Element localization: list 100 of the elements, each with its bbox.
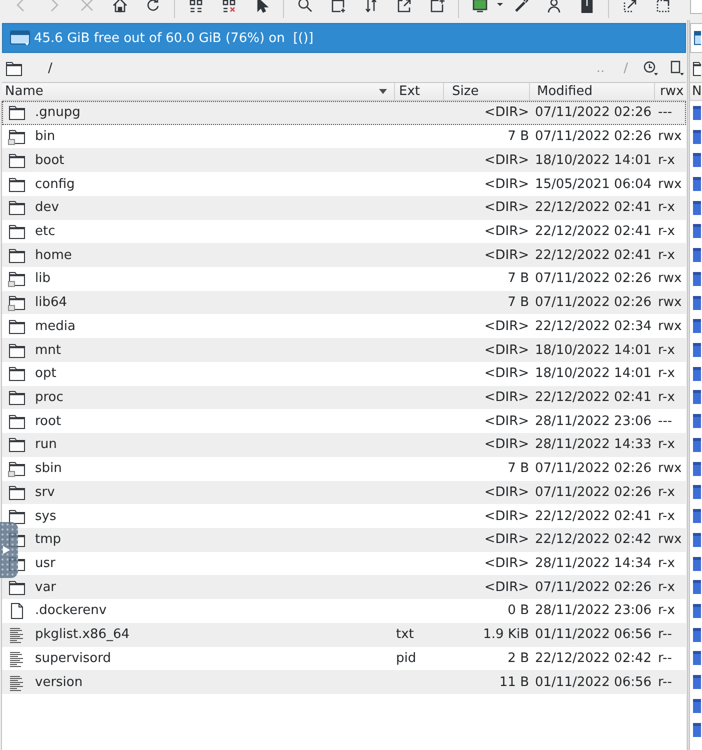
caret-icon	[379, 89, 387, 94]
folder-edge-icon	[693, 698, 701, 714]
permissions: ---	[658, 105, 672, 120]
column-header[interactable]: Name	[2, 83, 395, 100]
file-row[interactable]: version 11 B 01/11/2022 06:56 r--	[2, 670, 686, 694]
user-icon[interactable]	[546, 0, 562, 13]
modified-date: 07/11/2022 02:26	[535, 129, 652, 144]
permissions: ---	[658, 414, 672, 429]
drive-icon	[694, 31, 701, 45]
file-name: tmp	[35, 532, 62, 548]
grid-remove-icon[interactable]	[220, 0, 236, 13]
permissions: r-x	[658, 556, 675, 572]
panel-handle-overlay[interactable]	[0, 522, 18, 578]
file-row[interactable]: dev <DIR> 22/12/2022 02:41 r-x	[2, 196, 686, 220]
home-icon[interactable]	[112, 0, 128, 13]
file-name: boot	[35, 152, 64, 168]
folder-edge-icon	[693, 674, 701, 690]
folder-icon	[8, 222, 26, 240]
folder-edge-icon	[693, 460, 701, 477]
folder-icon	[8, 578, 26, 596]
caret-icon	[3, 546, 10, 554]
folder-edge-icon	[693, 556, 701, 572]
linked-folder-icon	[8, 460, 26, 478]
file-row[interactable]: lib64 7 B 07/11/2022 02:26 rwx	[2, 290, 686, 314]
modified-date: 01/11/2022 06:56	[535, 674, 652, 690]
file-size: 0 B	[508, 603, 529, 618]
column-header[interactable]: Modified	[530, 83, 655, 100]
folder-edge-icon	[693, 626, 701, 643]
column-header[interactable]: rwx	[655, 83, 686, 100]
select-region-icon[interactable]	[622, 0, 638, 13]
file-size: <DIR>	[484, 318, 529, 334]
folder-edge-icon	[693, 366, 701, 382]
input-field[interactable]	[690, 0, 702, 14]
file-row[interactable]: supervisord pid 2 B 22/12/2022 02:42 r--	[2, 646, 686, 670]
file-row[interactable]: var <DIR> 07/11/2022 02:26 r-x	[2, 575, 686, 600]
file-row[interactable]: .gnupg <DIR> 07/11/2022 02:26 ---	[2, 101, 686, 125]
search-icon[interactable]	[296, 0, 312, 13]
permissions: r-x	[658, 200, 675, 216]
file-extension: pid	[396, 650, 416, 666]
history-icon[interactable]	[643, 60, 659, 76]
monitor-icon[interactable]	[472, 0, 488, 13]
permissions: r--	[658, 627, 672, 642]
file-row[interactable]: bin 7 B 07/11/2022 02:26 rwx	[2, 124, 686, 148]
file-name: etc	[35, 224, 56, 239]
file-name: sys	[35, 508, 56, 524]
permissions: r-x	[658, 580, 675, 595]
file-size: <DIR>	[484, 152, 529, 168]
file-row[interactable]: boot <DIR> 18/10/2022 14:01 r-x	[2, 148, 686, 172]
file-row[interactable]: home <DIR> 22/12/2022 02:41 r-x	[2, 243, 686, 268]
pen-icon[interactable]	[512, 0, 528, 13]
modified-date: 22/12/2022 02:42	[535, 650, 652, 666]
drive-icon	[10, 30, 30, 46]
file-row[interactable]: run <DIR> 28/11/2022 14:33 r-x	[2, 433, 686, 457]
refresh-icon[interactable]	[144, 0, 160, 13]
export-icon[interactable]	[396, 0, 412, 13]
free-space-text: 45.6 GiB free out of 60.0 GiB (76%) on [()]	[34, 30, 314, 46]
file-row[interactable]: proc <DIR> 22/12/2022 02:41 r-x	[2, 386, 686, 410]
modified-date: 07/11/2022 02:26	[535, 580, 652, 595]
grid-icon[interactable]	[188, 0, 204, 13]
add-square-icon[interactable]	[330, 0, 346, 13]
file-row[interactable]: etc <DIR> 22/12/2022 02:41 r-x	[2, 220, 686, 244]
file-row[interactable]: pkglist.x86_64 txt 1.9 KiB 01/11/2022 06:56 r--	[2, 622, 686, 647]
modified-date: 22/12/2022 02:41	[535, 224, 652, 239]
file-size: <DIR>	[484, 200, 529, 216]
permissions: r-x	[658, 508, 675, 524]
file-size: <DIR>	[484, 532, 529, 548]
text-file-icon	[8, 626, 26, 644]
file-row[interactable]: mnt <DIR> 18/10/2022 14:01 r-x	[2, 338, 686, 362]
add-square-icon[interactable]	[428, 0, 444, 13]
folder-icon[interactable]	[5, 60, 23, 76]
folder-icon	[8, 365, 26, 382]
modified-date: 18/10/2022 14:01	[535, 342, 652, 358]
file-size: <DIR>	[484, 342, 529, 358]
file-size: <DIR>	[484, 366, 529, 382]
folder-icon	[8, 436, 26, 454]
archive-icon[interactable]	[578, 0, 594, 13]
current-path: /	[48, 60, 52, 76]
file-name: bin	[35, 129, 56, 144]
modified-date: 01/11/2022 06:56	[535, 627, 652, 642]
column-header[interactable]: Size	[444, 83, 530, 100]
folder-icon	[8, 412, 26, 430]
folder-icon[interactable]	[692, 60, 701, 76]
file-size: <DIR>	[484, 437, 529, 452]
file-size: 7 B	[508, 295, 529, 310]
folder-edge-icon	[693, 508, 701, 524]
text-file-icon	[8, 650, 26, 667]
permissions: rwx	[658, 318, 682, 334]
file-name: var	[35, 580, 56, 595]
modified-date: 07/11/2022 02:26	[535, 271, 652, 286]
file-size: <DIR>	[484, 105, 529, 120]
modified-date: 28/11/2022 23:06	[535, 603, 652, 618]
swap-arrows-icon[interactable]	[362, 0, 378, 13]
folder-icon	[8, 508, 26, 525]
file-row[interactable]: srv <DIR> 07/11/2022 02:26 r-x	[2, 480, 686, 504]
file-name: .dockerenv	[35, 603, 107, 618]
file-name: dev	[35, 200, 59, 216]
column-header[interactable]: Ext	[395, 83, 444, 100]
column-header[interactable]: N	[690, 82, 702, 101]
modified-date: 07/11/2022 02:26	[535, 295, 652, 310]
bookmark-icon[interactable]	[669, 60, 685, 76]
